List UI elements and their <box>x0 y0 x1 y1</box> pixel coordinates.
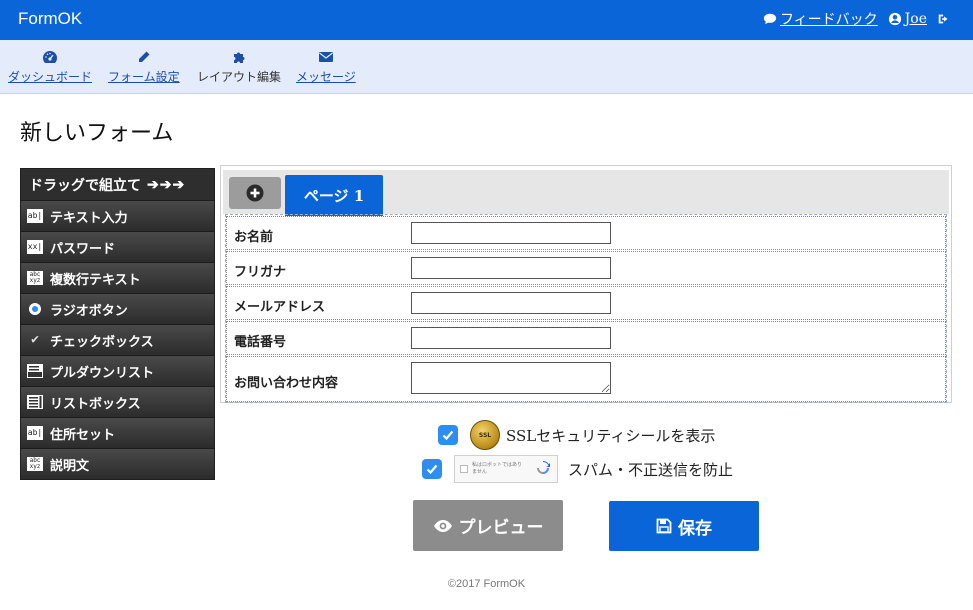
palette-item-text-input[interactable]: ab| テキスト入力 <box>21 200 214 231</box>
palette-item-label: ラジオボタン <box>50 303 128 319</box>
nav-label-messages: メッセージ <box>296 70 356 84</box>
palette-heading-label: ドラッグで組立て <box>29 177 141 194</box>
recaptcha-logo-icon <box>537 461 550 474</box>
name-field[interactable] <box>411 222 611 244</box>
speech-bubble-icon <box>763 13 777 25</box>
form-field-row[interactable]: フリガナ <box>226 251 946 285</box>
form-field-row[interactable]: 電話番号 <box>226 321 946 355</box>
dropdown-icon <box>27 364 43 378</box>
preview-button-label: プレビュー <box>458 518 544 538</box>
email-field[interactable] <box>411 292 611 314</box>
plus-circle-icon <box>246 184 264 202</box>
form-field-row[interactable]: お問い合わせ内容 <box>226 356 946 402</box>
spam-option: 私はロボットではありません スパム・不正送信を防止 <box>422 455 733 483</box>
text-input-icon: ab| <box>27 209 43 223</box>
address-icon: ab| <box>27 426 43 440</box>
password-icon: xx| <box>27 240 43 254</box>
eye-icon <box>433 519 452 532</box>
footer-copyright: ©2017 FormOK <box>447 578 526 590</box>
pencil-icon <box>138 51 150 62</box>
component-palette: ドラッグで組立て ➔➔➔ ab| テキスト入力 xx| パスワード abc xyz… <box>20 168 215 480</box>
nav-item-dashboard[interactable]: ダッシュボード <box>8 50 92 85</box>
nav-item-messages[interactable]: メッセージ <box>296 50 356 85</box>
phone-field[interactable] <box>411 327 611 349</box>
dashboard-icon <box>43 51 57 63</box>
field-label-email: メールアドレス <box>234 300 326 315</box>
field-label-furigana: フリガナ <box>234 265 287 280</box>
ssl-seal-icon: SSL <box>470 420 500 450</box>
listbox-icon <box>27 395 43 409</box>
description-icon: abc xyz <box>27 457 43 471</box>
save-button-label: 保存 <box>678 518 712 539</box>
user-icon <box>888 12 901 26</box>
field-label-phone: 電話番号 <box>234 335 287 350</box>
page-title: 新しいフォーム <box>20 121 174 146</box>
furigana-field[interactable] <box>411 257 611 279</box>
envelope-icon <box>318 52 333 62</box>
top-bar-actions: フィードバック Joe <box>763 9 951 29</box>
spam-checkbox[interactable] <box>422 459 442 479</box>
preview-button[interactable]: プレビュー <box>413 500 563 551</box>
nav-label-form-settings: フォーム設定 <box>108 70 180 84</box>
sub-navigation: ダッシュボード フォーム設定 レイアウト編集 メッセージ <box>0 40 973 94</box>
ssl-checkbox[interactable] <box>438 425 458 445</box>
checkmark-icon <box>442 430 454 441</box>
spam-option-label: スパム・不正送信を防止 <box>568 460 734 479</box>
nav-label-layout-edit: レイアウト編集 <box>197 70 282 84</box>
arrow-right-icon: ➔➔➔ <box>147 176 186 193</box>
recaptcha-text: 私はロボットではありません <box>472 462 523 475</box>
form-fields-dropzone[interactable]: お名前 フリガナ メールアドレス 電話番号 お問い合わせ内容 <box>225 214 947 403</box>
palette-item-checkbox[interactable]: ✔ チェックボックス <box>21 324 214 355</box>
checkbox-icon: ✔ <box>31 333 39 347</box>
checkmark-icon <box>426 464 438 475</box>
nav-item-layout-edit[interactable]: レイアウト編集 <box>197 50 281 85</box>
nav-label-dashboard: ダッシュボード <box>8 70 93 84</box>
inquiry-textarea[interactable] <box>411 362 611 394</box>
form-builder-area: ページ 1 お名前 フリガナ メールアドレス 電話番号 お問い合わせ内容 <box>220 165 952 403</box>
form-field-row[interactable]: メールアドレス <box>226 286 946 320</box>
floppy-disk-icon <box>656 518 672 534</box>
add-page-button[interactable] <box>229 177 281 209</box>
puzzle-icon <box>234 52 245 63</box>
palette-item-label: テキスト入力 <box>50 210 128 226</box>
user-name: Joe <box>904 11 927 27</box>
palette-item-radio[interactable]: ラジオボタン <box>21 293 214 324</box>
app-brand[interactable]: FormOK <box>18 9 82 29</box>
ssl-option: SSL SSLセキュリティシールを表示 <box>438 420 715 450</box>
recaptcha-widget-image: 私はロボットではありません <box>454 455 558 483</box>
form-field-row[interactable]: お名前 <box>226 216 946 250</box>
textarea-icon: abc xyz <box>27 271 43 285</box>
palette-item-label: 説明文 <box>50 458 90 474</box>
tab-page-1[interactable]: ページ 1 <box>285 175 383 216</box>
recaptcha-box <box>460 465 468 473</box>
palette-item-address[interactable]: ab| 住所セット <box>21 417 214 448</box>
ssl-option-label: SSLセキュリティシールを表示 <box>506 426 716 445</box>
radio-icon <box>27 302 43 316</box>
logout-icon[interactable] <box>937 12 951 26</box>
palette-item-dropdown[interactable]: プルダウンリスト <box>21 355 214 386</box>
palette-item-label: リストボックス <box>50 396 141 412</box>
top-bar: FormOK フィードバック Joe <box>0 0 973 40</box>
field-label-inquiry: お問い合わせ内容 <box>234 376 339 391</box>
palette-item-textarea[interactable]: abc xyz 複数行テキスト <box>21 262 214 293</box>
page-tabs-bar: ページ 1 <box>223 170 949 216</box>
palette-heading: ドラッグで組立て ➔➔➔ <box>21 169 214 200</box>
feedback-link[interactable]: フィードバック <box>763 9 878 29</box>
field-label-name: お名前 <box>234 230 274 245</box>
user-menu-link[interactable]: Joe <box>888 11 927 27</box>
palette-item-label: 住所セット <box>50 427 116 443</box>
palette-item-label: パスワード <box>50 241 116 257</box>
palette-item-password[interactable]: xx| パスワード <box>21 231 214 262</box>
save-button[interactable]: 保存 <box>609 501 759 551</box>
palette-item-label: プルダウンリスト <box>50 365 155 381</box>
palette-item-label: チェックボックス <box>50 334 154 350</box>
feedback-label: フィードバック <box>779 12 878 28</box>
palette-item-description[interactable]: abc xyz 説明文 <box>21 448 214 479</box>
palette-item-listbox[interactable]: リストボックス <box>21 386 214 417</box>
nav-item-form-settings[interactable]: フォーム設定 <box>108 50 180 85</box>
palette-item-label: 複数行テキスト <box>50 272 141 288</box>
